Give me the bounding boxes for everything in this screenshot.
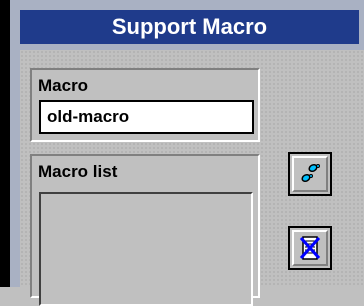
support-macro-window: Support Macro Macro old-macro Macro list <box>0 0 364 306</box>
run-macro-button[interactable] <box>288 152 332 196</box>
dialog-client-area: Macro old-macro Macro list <box>20 50 364 306</box>
macro-name-field[interactable]: old-macro <box>39 100 254 134</box>
macro-list-label: Macro list <box>38 162 118 181</box>
delete-macro-button[interactable] <box>288 226 332 270</box>
delete-macro-button-face <box>292 230 328 266</box>
delete-document-icon <box>299 236 321 260</box>
footprints-icon <box>301 163 320 183</box>
window-left-edge <box>0 0 10 287</box>
macro-list-group: Macro list <box>30 154 260 306</box>
macro-list-box[interactable] <box>39 192 253 306</box>
title-bar[interactable]: Support Macro <box>14 0 364 46</box>
macro-group: Macro old-macro <box>30 68 260 142</box>
run-macro-button-face <box>292 156 328 192</box>
macro-label: Macro <box>38 76 89 95</box>
window-title: Support Macro <box>20 10 359 44</box>
